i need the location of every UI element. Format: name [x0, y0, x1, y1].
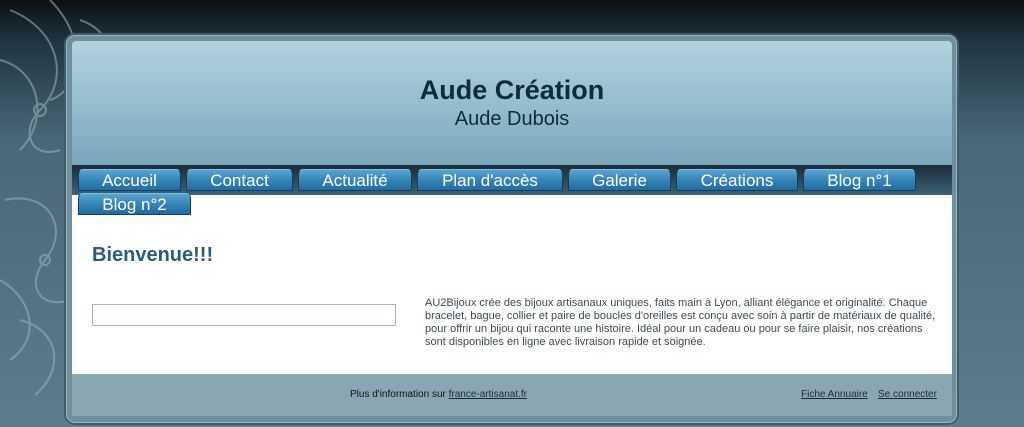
nav-tab-creations[interactable]: Créations: [676, 169, 798, 191]
description-text: AU2Bijoux crée des bijoux artisanaux uni…: [425, 297, 936, 348]
footer-info: Plus d'information sur france-artisanat.…: [350, 389, 527, 400]
nav-tab-blog-2[interactable]: Blog n°2: [78, 193, 191, 215]
nav-tab-plan-acces[interactable]: Plan d'accès: [417, 169, 563, 191]
france-artisanat-link[interactable]: france-artisanat.fr: [449, 389, 527, 400]
fiche-annuaire-link[interactable]: Fiche Annuaire: [801, 389, 868, 400]
se-connecter-link[interactable]: Se connecter: [878, 389, 937, 400]
nav-tab-blog-1[interactable]: Blog n°1: [803, 169, 916, 191]
site-subtitle: Aude Dubois: [454, 108, 570, 130]
nav-tab-actualite[interactable]: Actualité: [298, 169, 412, 191]
footer-info-prefix: Plus d'information sur: [350, 389, 449, 400]
site-header: Aude Création Aude Dubois: [72, 41, 952, 165]
nav-tab-galerie[interactable]: Galerie: [568, 169, 671, 191]
empty-input-field[interactable]: [92, 304, 396, 326]
site-title: Aude Création: [419, 75, 605, 105]
welcome-heading: Bienvenue!!!: [92, 244, 214, 266]
nav-tab-contact[interactable]: Contact: [186, 169, 293, 191]
nav-tab-accueil[interactable]: Accueil: [78, 169, 181, 191]
